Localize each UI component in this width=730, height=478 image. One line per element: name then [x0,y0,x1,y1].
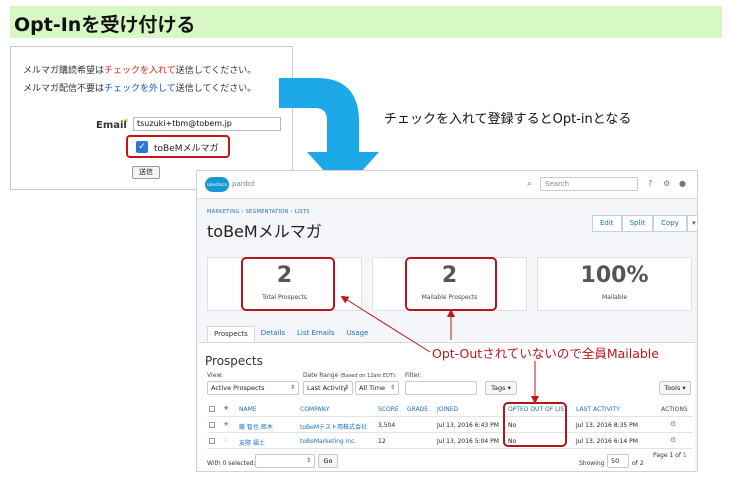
annotation-arrows [340,295,539,404]
annotation-text: Opt-Outされていないので全員Mailable [432,346,659,361]
